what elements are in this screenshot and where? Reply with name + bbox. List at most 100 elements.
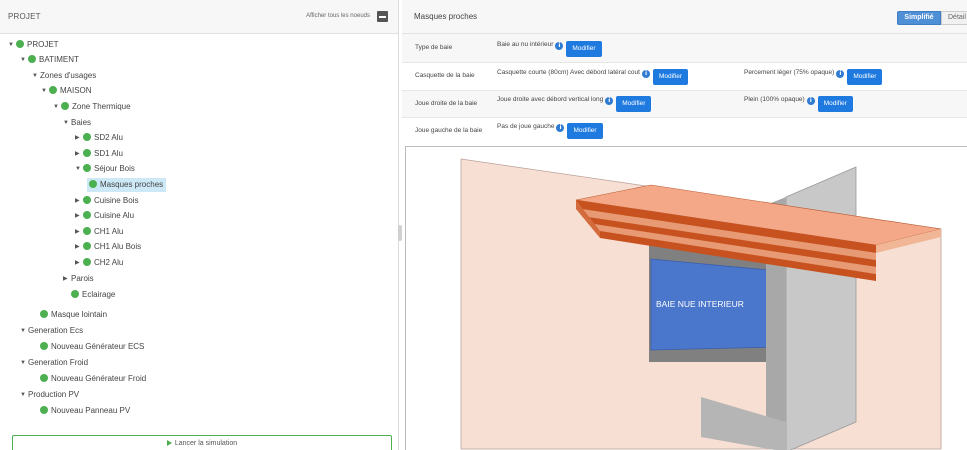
play-icon: [166, 440, 172, 446]
tree-node-baies[interactable]: ▼ Baies: [63, 116, 91, 130]
status-dot-icon: [89, 180, 97, 188]
tree-node-masque-lointain[interactable]: Masque lointain: [40, 308, 107, 322]
tree-node-label: CH1 Alu: [94, 227, 124, 236]
expanded-caret-icon[interactable]: ▼: [32, 69, 40, 83]
tree-node-production-pv[interactable]: ▼ Production PV: [20, 388, 79, 402]
tree-node-label: Generation Froid: [28, 358, 89, 367]
tree-node-label: Zones d'usages: [40, 71, 97, 80]
tree-node-label: Production PV: [28, 390, 80, 399]
tree-node-sd2-alu[interactable]: ▶ SD2 Alu: [75, 131, 123, 145]
info-icon[interactable]: i: [641, 70, 650, 78]
modifier-button[interactable]: Modifier: [616, 96, 652, 112]
status-dot-icon: [83, 258, 91, 266]
tree-node-maison[interactable]: ▼ MAISON: [41, 84, 92, 98]
status-dot-icon: [83, 242, 91, 250]
expanded-caret-icon[interactable]: ▼: [8, 38, 16, 52]
tree-node-label: CH2 Alu: [94, 258, 124, 267]
tree-node-label: BATIMENT: [39, 55, 79, 64]
row-label: Type de baie: [415, 44, 453, 51]
info-icon[interactable]: i: [555, 42, 564, 50]
3d-viewport[interactable]: BAIE NUE INTERIEUR: [405, 146, 967, 450]
collapsed-caret-icon[interactable]: ▶: [63, 272, 71, 286]
collapsed-caret-icon[interactable]: ▶: [75, 256, 83, 270]
info-icon[interactable]: i: [605, 97, 614, 105]
tree-node-label: Masques proches: [100, 180, 164, 189]
row-value: Joue droite avec débord vertical long i Mo…: [497, 96, 652, 112]
row-value: Pas de joue gauche i Modifier: [497, 123, 603, 139]
row-value-text: Pas de joue gauche: [497, 123, 555, 130]
modifier-button[interactable]: Modifier: [817, 96, 853, 112]
collapsed-caret-icon[interactable]: ▶: [75, 147, 83, 161]
tree-node-label: SD1 Alu: [94, 149, 123, 158]
tree-node-generation-froid[interactable]: ▼ Generation Froid: [20, 356, 88, 370]
collapsed-caret-icon[interactable]: ▶: [75, 209, 83, 223]
status-dot-icon: [40, 406, 48, 414]
tree-node-nouveau-panneau-pv[interactable]: Nouveau Panneau PV: [40, 404, 130, 418]
expanded-caret-icon[interactable]: ▼: [53, 100, 61, 114]
show-all-nodes-link[interactable]: Afficher tous les noeuds: [306, 13, 370, 19]
tab-simplifie[interactable]: Simplifié: [897, 11, 941, 25]
expanded-caret-icon[interactable]: ▼: [20, 324, 28, 338]
window-type-label: BAIE NUE INTERIEUR: [656, 299, 744, 309]
expanded-caret-icon[interactable]: ▼: [75, 162, 83, 176]
expanded-caret-icon[interactable]: ▼: [63, 116, 71, 130]
row-value-text: Casquette courte (80cm) Avec débord laté…: [497, 69, 640, 76]
status-dot-icon: [16, 40, 24, 48]
tree-node-label: Parois: [71, 274, 94, 283]
collapsed-caret-icon[interactable]: ▶: [75, 131, 83, 145]
panel-title: Masques proches: [414, 12, 478, 21]
tree-node-label: MAISON: [60, 86, 92, 95]
row-value-2: Percement léger (75% opaque) i Modifier: [744, 69, 883, 85]
tree-node-label: Generation Ecs: [28, 326, 84, 335]
tree-node-parois[interactable]: ▶ Parois: [63, 272, 94, 286]
row-label: Joue droite de la baie: [415, 100, 478, 107]
tree-node-label: Nouveau Panneau PV: [51, 406, 131, 415]
tree-node-ch1-alu-bois[interactable]: ▶ CH1 Alu Bois: [75, 240, 141, 254]
expanded-caret-icon[interactable]: ▼: [41, 84, 49, 98]
tree-node-eclairage[interactable]: Eclairage: [71, 288, 115, 302]
tree-node-label: Nouveau Générateur ECS: [51, 342, 145, 351]
tree-node-sd1-alu[interactable]: ▶ SD1 Alu: [75, 147, 123, 161]
modifier-button[interactable]: Modifier: [566, 41, 602, 57]
tree-node-masques-proches[interactable]: Masques proches: [87, 178, 167, 192]
collapse-all-button[interactable]: [377, 11, 388, 22]
tree-node-zones-usages[interactable]: ▼ Zones d'usages: [32, 69, 96, 83]
expanded-caret-icon[interactable]: ▼: [20, 388, 28, 402]
masques-proches-panel: Masques proches Simplifié Détail Type de…: [402, 0, 967, 450]
tree-node-ch2-alu[interactable]: ▶ CH2 Alu: [75, 256, 123, 270]
expanded-caret-icon[interactable]: ▼: [20, 356, 28, 370]
tree-node-cuisine-bois[interactable]: ▶ Cuisine Bois: [75, 194, 138, 208]
tree-node-zone-thermique[interactable]: ▼ Zone Thermique: [53, 100, 131, 114]
status-dot-icon: [40, 310, 48, 318]
collapsed-caret-icon[interactable]: ▶: [75, 225, 83, 239]
row-label: Joue gauche de la baie: [415, 127, 483, 134]
tab-detail[interactable]: Détail: [941, 11, 967, 25]
info-icon[interactable]: i: [836, 70, 845, 78]
run-simulation-button[interactable]: Lancer la simulation: [12, 435, 392, 450]
row-value-text: Joue droite avec débord vertical long: [497, 96, 604, 103]
collapsed-caret-icon[interactable]: ▶: [75, 194, 83, 208]
tree-node-nouveau-generateur-ecs[interactable]: Nouveau Générateur ECS: [40, 340, 144, 354]
tree-node-ch1-alu[interactable]: ▶ CH1 Alu: [75, 225, 123, 239]
info-icon[interactable]: i: [556, 124, 565, 132]
row-label: Casquette de la baie: [415, 72, 475, 79]
modifier-button[interactable]: Modifier: [847, 69, 883, 85]
status-dot-icon: [40, 374, 48, 382]
status-dot-icon: [83, 211, 91, 219]
tree-node-projet[interactable]: ▼ PROJET: [8, 38, 59, 52]
status-dot-icon: [83, 149, 91, 157]
modifier-button[interactable]: Modifier: [652, 69, 689, 85]
tree-node-nouveau-generateur-froid[interactable]: Nouveau Générateur Froid: [40, 372, 146, 386]
expanded-caret-icon[interactable]: ▼: [20, 53, 28, 67]
info-icon[interactable]: i: [806, 97, 815, 105]
run-simulation-label: Lancer la simulation: [174, 440, 238, 447]
tree-node-sejour-bois[interactable]: ▼ Séjour Bois: [75, 162, 135, 176]
modifier-button[interactable]: Modifier: [567, 123, 603, 139]
tree-node-batiment[interactable]: ▼ BATIMENT: [20, 53, 79, 67]
tree-node-cuisine-alu[interactable]: ▶ Cuisine Alu: [75, 209, 134, 223]
row-value-text: Baie au nu intérieur: [497, 41, 554, 48]
tree-node-label: CH1 Alu Bois: [94, 242, 142, 251]
tree-node-generation-ecs[interactable]: ▼ Generation Ecs: [20, 324, 83, 338]
status-dot-icon: [40, 342, 48, 350]
collapsed-caret-icon[interactable]: ▶: [75, 240, 83, 254]
